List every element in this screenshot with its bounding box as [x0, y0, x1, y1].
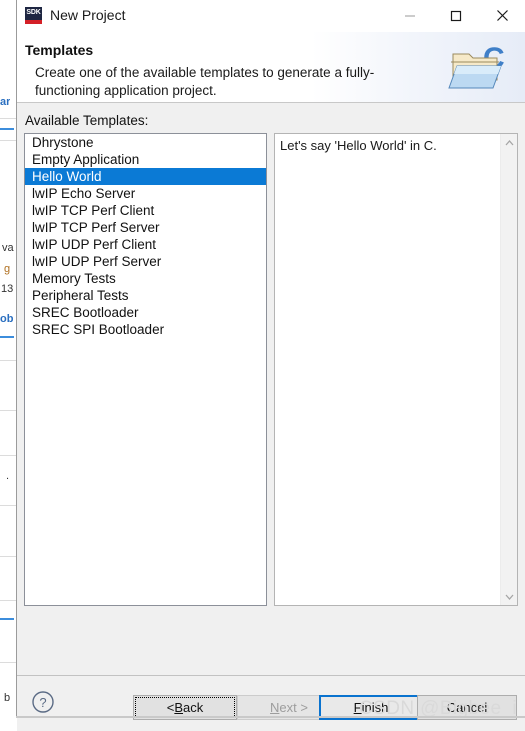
next-button-mnemonic: N: [270, 700, 280, 715]
sdk-icon-accent-bar: [25, 20, 42, 24]
background-rule: [0, 360, 16, 361]
wizard-body: Available Templates: Dhrystone Empty Appl…: [17, 103, 525, 675]
background-rule: [0, 455, 16, 456]
background-text: ob: [0, 313, 14, 325]
sdk-icon-label: SDK: [26, 9, 41, 16]
new-project-dialog: SDK New Project Templates Create one of …: [16, 0, 525, 731]
background-rule: [0, 410, 16, 411]
background-text: 13: [1, 283, 14, 295]
background-rule: [0, 118, 16, 119]
list-item[interactable]: SREC Bootloader: [25, 304, 266, 321]
sdk-icon: SDK: [25, 7, 42, 24]
background-text: ar: [0, 96, 11, 108]
window-title: New Project: [50, 7, 126, 23]
title-bar[interactable]: SDK New Project: [17, 0, 525, 32]
background-text: g: [4, 263, 11, 275]
chevron-up-icon[interactable]: [501, 134, 517, 151]
list-item[interactable]: Dhrystone: [25, 134, 266, 151]
list-item[interactable]: Hello World: [25, 168, 266, 185]
maximize-icon[interactable]: [433, 0, 479, 31]
background-rule: [0, 556, 16, 557]
background-text: va: [2, 242, 14, 254]
list-item[interactable]: lwIP TCP Perf Client: [25, 202, 266, 219]
background-rule: [0, 140, 16, 141]
back-button-prefix: <: [166, 700, 175, 715]
back-button-mnemonic: B: [174, 700, 184, 715]
page-title: Templates: [25, 42, 94, 58]
list-item[interactable]: lwIP UDP Perf Client: [25, 236, 266, 253]
background-rule: [0, 662, 16, 663]
dialog-bottom-edge: [16, 716, 525, 718]
background-accent: [0, 618, 14, 620]
page-description: Create one of the available templates to…: [35, 65, 375, 98]
wizard-header: Templates Create one of the available te…: [17, 32, 525, 103]
background-rule: [0, 505, 16, 506]
background-accent: [0, 336, 14, 338]
background-accent: [0, 128, 14, 130]
list-item[interactable]: lwIP Echo Server: [25, 185, 266, 202]
template-description-text: Let's say 'Hello World' in C.: [280, 138, 437, 153]
chevron-down-icon[interactable]: [501, 588, 517, 605]
svg-text:?: ?: [39, 695, 46, 710]
close-icon[interactable]: [479, 0, 525, 31]
templates-label: Available Templates:: [25, 113, 149, 128]
list-item[interactable]: lwIP TCP Perf Server: [25, 219, 266, 236]
list-item[interactable]: Empty Application: [25, 151, 266, 168]
screen-root: ar va g 13 ob . b SDK New Project Templa…: [0, 0, 525, 731]
back-button-suffix: ack: [183, 700, 204, 715]
help-icon[interactable]: ?: [31, 690, 55, 714]
list-item[interactable]: Peripheral Tests: [25, 287, 266, 304]
wizard-footer: ? < Back Next > Finish Cancel CSDN @Bigb…: [17, 675, 525, 731]
templates-listbox[interactable]: Dhrystone Empty Application Hello World lwI…: [24, 133, 267, 606]
description-scrollbar[interactable]: [500, 134, 517, 605]
background-text: .: [6, 470, 10, 482]
list-item[interactable]: lwIP UDP Perf Server: [25, 253, 266, 270]
window-controls: [387, 0, 525, 31]
background-editor-strip: ar va g 13 ob . b: [0, 0, 16, 731]
list-item[interactable]: SREC SPI Bootloader: [25, 321, 266, 338]
background-text: b: [4, 692, 11, 704]
list-item[interactable]: Memory Tests: [25, 270, 266, 287]
next-button-suffix: ext >: [279, 700, 308, 715]
minimize-icon[interactable]: [387, 0, 433, 31]
template-description-panel: Let's say 'Hello World' in C.: [274, 133, 518, 606]
background-rule: [0, 600, 16, 601]
c-project-folder-icon: C: [447, 40, 513, 94]
